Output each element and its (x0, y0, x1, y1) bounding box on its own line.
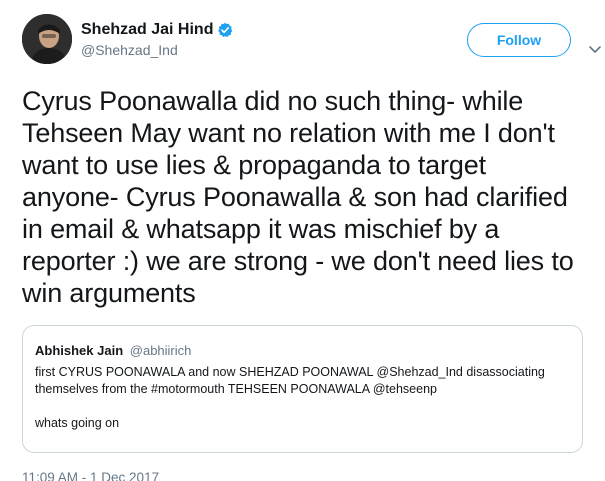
author-handle[interactable]: @Shehzad_Ind (81, 42, 233, 58)
quoted-author-handle: @abhiirich (129, 343, 192, 358)
follow-button[interactable]: Follow (467, 23, 571, 57)
quoted-tweet-text: first CYRUS POONAWALA and now SHEHZAD PO… (35, 365, 545, 430)
avatar[interactable] (22, 14, 72, 64)
tweet-card: Shehzad Jai Hind @Shehzad_Ind Follow Cyr… (0, 0, 605, 481)
chevron-down-icon[interactable] (588, 42, 602, 53)
author-name[interactable]: Shehzad Jai Hind (81, 21, 213, 39)
author-block: Shehzad Jai Hind @Shehzad_Ind (81, 21, 233, 58)
verified-badge-icon (217, 22, 233, 38)
avatar-image (22, 14, 72, 64)
tweet-timestamp[interactable]: 11:09 AM - 1 Dec 2017 (22, 470, 585, 481)
author-name-row: Shehzad Jai Hind (81, 21, 233, 39)
quoted-tweet-header: Abhishek Jain @abhiirich (35, 342, 570, 359)
tweet-header: Shehzad Jai Hind @Shehzad_Ind Follow (22, 12, 601, 72)
tweet-text: Cyrus Poonawalla did no such thing- whil… (22, 86, 574, 308)
quoted-tweet[interactable]: Abhishek Jain @abhiirich first CYRUS POO… (22, 325, 583, 453)
quoted-author-name: Abhishek Jain (35, 343, 124, 358)
